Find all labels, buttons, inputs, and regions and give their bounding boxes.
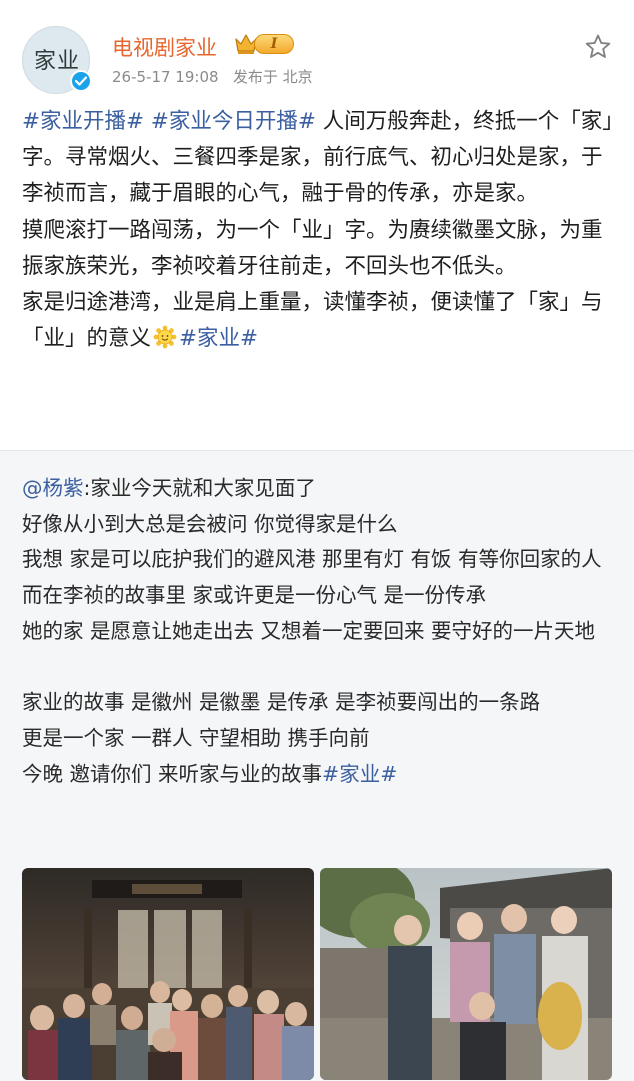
- sun-face-emoji-icon: [153, 325, 177, 349]
- repost-line: 我想 家是可以庇护我们的避风港 那里有灯 有饭 有等你回家的人: [22, 547, 602, 572]
- post-meta: 26-5-17 19:08 发布于 北京: [112, 66, 313, 87]
- author-name[interactable]: 电视剧家业: [112, 32, 217, 62]
- repost-line: 更是一个家 一群人 守望相助 携手向前: [22, 725, 370, 750]
- repost-line: 而在李祯的故事里 家或许更是一份心气 是一份传承: [22, 583, 487, 608]
- level-badge[interactable]: I: [254, 34, 294, 54]
- repost-line: 她的家 是愿意让她走出去 又想着一定要回来 要守好的一片天地: [22, 618, 596, 643]
- favorite-star-icon[interactable]: [584, 33, 612, 61]
- repost-text: @杨紫:家业今天就和大家见面了 好像从小到大总是会被问 你觉得家是什么 我想 家…: [22, 471, 618, 792]
- level-badge-label: I: [270, 36, 278, 52]
- post-text: 家是归途港湾，业是肩上重量，读懂李祯，便读懂了「家」与「业」的意义: [22, 290, 603, 352]
- repost-line: 好像从小到大总是会被问 你觉得家是什么: [22, 511, 398, 536]
- post-paragraph-2: 摸爬滚打一路闯荡，为一个「业」字。为赓续徽墨文脉，为重振家族荣光，李祯咬着牙往前…: [22, 217, 603, 279]
- repost-line-text: 今晚 邀请你们 来听家与业的故事: [22, 761, 323, 786]
- post-timestamp: 26-5-17 19:08: [112, 68, 219, 86]
- repost-line: @杨紫:家业今天就和大家见面了: [22, 471, 618, 507]
- post-body: #家业开播# #家业今日开播# 人间万般奔赴，终抵一个「家」字。寻常烟火、三餐四…: [22, 104, 614, 357]
- post-location: 发布于 北京: [232, 68, 313, 86]
- post-paragraph-1: #家业开播# #家业今日开播# 人间万般奔赴，终抵一个「家」字。寻常烟火、三餐四…: [22, 104, 614, 213]
- cast-group-photo[interactable]: [22, 868, 314, 1080]
- cast-street-photo-image: [320, 868, 612, 1080]
- repost-line-text: :家业今天就和大家见面了: [83, 476, 316, 500]
- cast-group-photo-image: [22, 868, 314, 1080]
- repost-line: 家业的故事 是徽州 是徽墨 是传承 是李祯要闯出的一条路: [22, 690, 541, 715]
- cast-street-photo[interactable]: [320, 868, 612, 1080]
- hashtag-link[interactable]: #家业今日开播#: [151, 109, 316, 134]
- post-paragraph-3: 家是归途港湾，业是肩上重量，读懂李祯，便读懂了「家」与「业」的意义 #家业#: [22, 285, 614, 357]
- post-header: 家业 电视剧家业 I 26-5-17 19:08 发布于 北京: [0, 0, 634, 100]
- repost-line: 今晚 邀请你们 来听家与业的故事#家业#: [22, 757, 618, 793]
- hashtag-link[interactable]: #家业开播#: [22, 109, 144, 134]
- verified-icon: [70, 70, 92, 92]
- user-mention-link[interactable]: @杨紫: [22, 476, 84, 500]
- repost-blank-line: [22, 650, 618, 686]
- hashtag-link[interactable]: #家业#: [179, 326, 258, 351]
- hashtag-link[interactable]: #家业#: [322, 762, 397, 786]
